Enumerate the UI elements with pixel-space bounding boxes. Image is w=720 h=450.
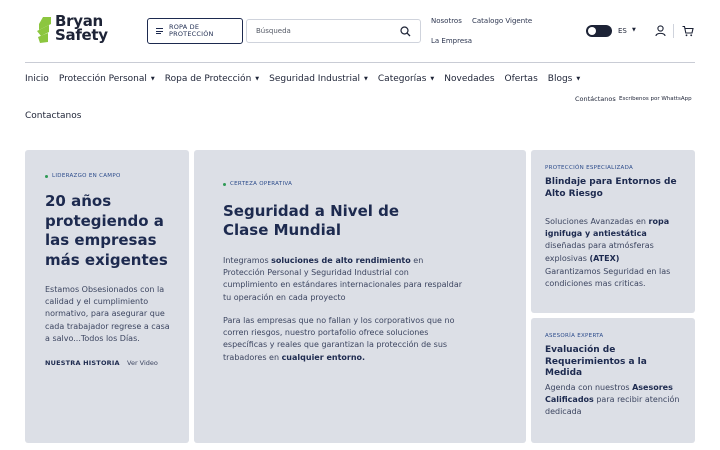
card-eyebrow: PROTECCIÓN ESPECIALIZADA [545,165,634,171]
our-history-link[interactable]: NUESTRA HISTORIA [45,359,120,367]
search-input[interactable] [256,27,396,35]
nav-label: Ropa de Protección [164,74,252,84]
menu-icon [156,28,163,34]
card-eyebrow: ASESORÍA EXPERTA [545,333,604,339]
chevron-down-icon: ▼ [150,76,155,82]
nav-whatsapp-link[interactable]: Escribenos por WhattsApp [619,96,692,102]
nav-item-contactanos[interactable]: Contactanos [25,111,81,121]
nav-item-novedades[interactable]: Novedades [444,74,494,84]
card-title: Evaluación de Requerimientos a la Medida [545,345,647,378]
card-eyebrow: LIDERAZGO EN CAMPO [45,173,121,179]
search-bar [246,19,421,43]
nav-label: Categorías [377,74,427,84]
nav-item-proteccion-personal[interactable]: Protección Personal ▼ [59,74,155,84]
card-paragraph-1: Soluciones Avanzadas en ropa ignifuga y … [545,216,685,265]
user-icon[interactable] [655,25,666,37]
nav-item-seguridad-industrial[interactable]: Seguridad Industrial ▼ [269,74,368,84]
header-separator [25,62,695,63]
card-proteccion: PROTECCIÓN ESPECIALIZADA Blindaje para E… [531,150,695,313]
link-la-empresa[interactable]: La Empresa [431,37,472,45]
card-eyebrow: CERTEZA OPERATIVA [223,181,292,187]
category-menu-button[interactable]: ROPA DE PROTECCIÓN [147,18,243,44]
eyebrow-text: LIDERAZGO EN CAMPO [52,173,121,179]
card-asesoria: ASESORÍA EXPERTA Evaluación de Requerimi… [531,318,695,443]
text-segment: Soluciones Avanzadas en [545,217,649,226]
logo-mark-icon [37,17,51,43]
brand-logo[interactable]: Bryan Safety [35,14,130,48]
text-highlight: soluciones de alto rendimiento [271,256,411,265]
brand-wordmark: Bryan Safety [55,14,108,44]
card-paragraph-2: Para las empresas que no fallan y los co… [223,315,463,364]
card-title: Seguridad a Nivel de Clase Mundial [223,202,400,239]
chevron-down-icon: ▼ [576,76,581,82]
eyebrow-text: CERTEZA OPERATIVA [230,181,293,187]
card-title: 20 años protegiendo a las empresas más e… [45,192,168,269]
card-body: Estamos Obsesionados con la calidad y el… [45,285,170,343]
nav-item-ropa-proteccion[interactable]: Ropa de Protección ▼ [165,74,259,84]
card-paragraph-2: Garantizamos Seguridad en las condicione… [545,267,671,289]
nav-label: Protección Personal [58,74,147,84]
nav-label: Novedades [444,74,495,84]
text-segment: Agenda con nuestros [545,383,633,392]
link-nosotros[interactable]: Nosotros [431,17,462,25]
watch-video-link[interactable]: Ver Video [127,359,158,367]
card-certeza: CERTEZA OPERATIVA Seguridad a Nivel de C… [194,150,526,443]
card-body: Agenda con nuestros Asesores Calificados… [545,382,685,419]
bullet-icon [45,174,48,178]
search-icon[interactable] [400,26,411,37]
nav-item-ofertas[interactable]: Ofertas [505,74,538,84]
cart-icon[interactable] [682,25,694,37]
chevron-down-icon: ▼ [364,76,368,82]
theme-toggle[interactable] [586,25,612,37]
text-segment: Integramos [223,256,272,265]
toggle-knob [588,27,596,35]
language-selector[interactable]: ES [618,27,627,35]
link-catalogo-vigente[interactable]: Catalogo Vigente [472,17,532,25]
nav-item-inicio[interactable]: Inicio [25,74,49,84]
chevron-down-icon: ▼ [632,27,636,33]
nav-label: Blogs [547,74,573,84]
card-title: Blindaje para Entornos de Alto Riesgo [545,177,677,199]
chevron-down-icon: ▼ [430,76,435,82]
text-highlight: cualquier entorno. [281,352,366,362]
card-paragraph-1: Integramos soluciones de alto rendimient… [223,255,463,304]
header-divider [673,24,674,38]
nav-label: Ofertas [504,74,538,84]
chevron-down-icon: ▼ [255,76,260,82]
card-liderazgo: LIDERAZGO EN CAMPO 20 años protegiendo a… [25,150,189,443]
category-menu-label: ROPA DE PROTECCIÓN [169,23,214,38]
nav-item-categorias[interactable]: Categorías ▼ [378,74,434,84]
bullet-icon [223,182,226,186]
main-nav: Inicio Protección Personal ▼ Ropa de Prot… [25,74,580,84]
nav-contact-link[interactable]: Contáctanos [575,95,616,103]
nav-label: Inicio [25,74,49,84]
text-highlight: (ATEX) [589,253,620,263]
nav-item-blogs[interactable]: Blogs ▼ [548,74,580,84]
brand-line-2: Safety [55,26,108,44]
nav-label: Seguridad Industrial [269,74,361,84]
